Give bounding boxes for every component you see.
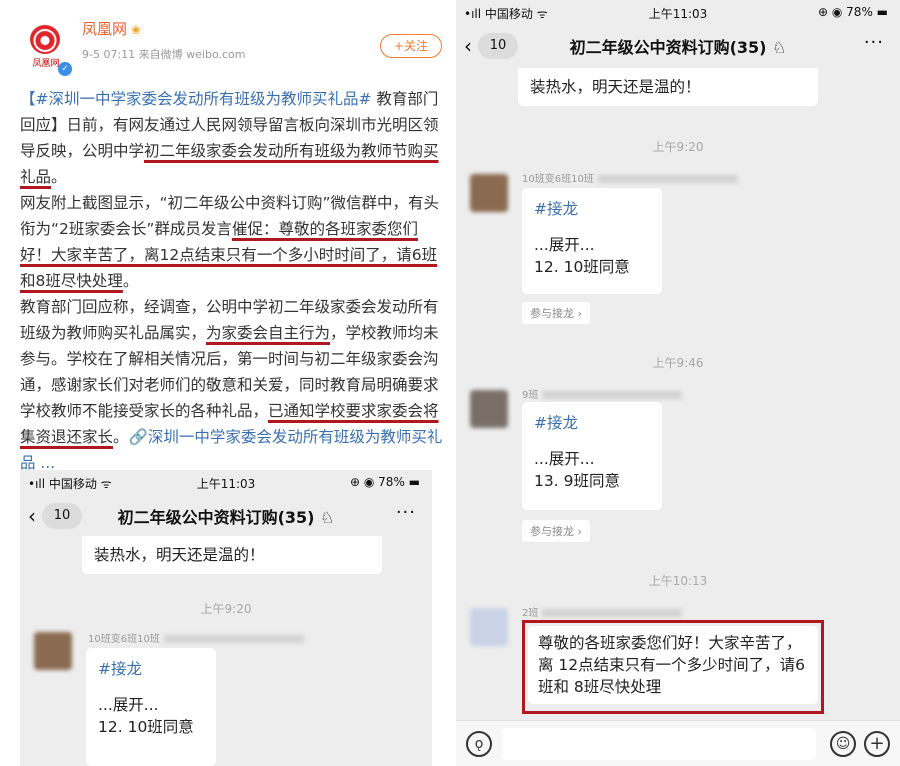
account-name[interactable]: 凤凰网 ❀: [82, 18, 141, 39]
avatar[interactable]: [470, 608, 508, 646]
status-bar: •ıll 中国移动 ᯤ 上午11:03 ⊕ ◉ 78% ▬: [456, 0, 900, 24]
jielong-tag: #接龙: [534, 200, 578, 218]
jielong-bubble[interactable]: #接龙 ...展开... 13. 9班同意: [522, 402, 662, 510]
voice-icon[interactable]: ǫ: [466, 731, 492, 757]
follow-button[interactable]: +关注: [380, 34, 442, 58]
avatar[interactable]: [470, 174, 508, 212]
post-meta: 9-5 07:11 来自微博 weibo.com: [82, 48, 246, 61]
embedded-chat-screenshot: •ıll 中国移动 ᯤ 上午11:03 ⊕ ◉ 78% ▬ ‹ 10 初二年级公…: [20, 470, 432, 766]
reply-text: 13. 9班同意: [534, 472, 620, 490]
highlight-box: [522, 620, 824, 714]
phoenix-logo-icon: [30, 24, 60, 54]
time-separator: 上午9:20: [652, 140, 704, 154]
chat-navbar: ‹ 10 初二年级公中资料订购(35) ♘ ···: [456, 24, 900, 68]
reply-text: 12. 10班同意: [534, 258, 630, 276]
message-text: 装热水，明天还是温的！: [530, 78, 701, 96]
sender-name: 10班变6班10班: [522, 170, 738, 185]
join-jielong-button[interactable]: 参与接龙 ›: [522, 302, 590, 324]
emoji-icon[interactable]: ☺: [830, 731, 856, 757]
message-bubble: 装热水，明天还是温的！: [518, 68, 818, 106]
battery-indicator: ⊕ ◉ 78% ▬: [818, 5, 888, 19]
message-bubble: 装热水，明天还是温的！: [82, 536, 382, 574]
jielong-bubble[interactable]: #接龙 ...展开... 12. 10班同意: [522, 188, 662, 294]
time-separator: 上午9:46: [652, 356, 704, 370]
more-icon[interactable]: ···: [396, 502, 416, 523]
hashtag-link[interactable]: 【#深圳一中学家委会发动所有班级为教师买礼品#: [20, 90, 371, 108]
avatar[interactable]: 凤凰网 ✓: [22, 22, 72, 78]
chat-navbar: ‹ 10 初二年级公中资料订购(35) ♘ ···: [20, 494, 432, 538]
message-text: 装热水，明天还是温的！: [94, 546, 265, 564]
chat-title: 初二年级公中资料订购(35) ♘: [117, 508, 335, 527]
battery-indicator: ⊕ ◉ 78% ▬: [350, 475, 420, 489]
more-icon[interactable]: ···: [864, 32, 884, 53]
weibo-post: 凤凰网 ✓ 凤凰网 ❀ 9-5 07:11 来自微博 weibo.com +关注 …: [0, 0, 452, 766]
message-input[interactable]: [502, 728, 816, 760]
weibo-header: 凤凰网 ✓ 凤凰网 ❀ 9-5 07:11 来自微博 weibo.com +关注: [14, 12, 444, 76]
text-span: 。: [51, 168, 67, 186]
jielong-bubble[interactable]: #接龙 ...展开... 12. 10班同意: [86, 648, 216, 766]
time-separator: 上午10:13: [648, 574, 708, 588]
sender-name: 2班: [522, 604, 683, 619]
time-separator: 上午9:20: [200, 602, 252, 616]
sender-name: 9班: [522, 386, 683, 401]
expand-text[interactable]: ...展开...: [534, 234, 650, 256]
text-span: 。: [122, 272, 139, 290]
plus-icon[interactable]: +: [864, 731, 890, 757]
sender-name: 10班变6班10班: [88, 630, 304, 645]
join-jielong-button[interactable]: 参与接龙 ›: [522, 520, 590, 542]
chat-input-bar: ǫ ☺ +: [456, 720, 900, 766]
jielong-tag: #接龙: [534, 414, 578, 432]
chat-title: 初二年级公中资料订购(35) ♘: [569, 38, 787, 57]
post-text: 【#深圳一中学家委会发动所有班级为教师买礼品# 教育部门回应】日前，有网友通过人…: [20, 86, 444, 476]
verified-icon: ✓: [58, 62, 72, 76]
text-span: 。: [113, 428, 129, 446]
underlined-text: 为家委会自主行为: [206, 324, 331, 342]
chat-screen: •ıll 中国移动 ᯤ 上午11:03 ⊕ ◉ 78% ▬ ‹ 10 初二年级公…: [456, 0, 900, 766]
avatar[interactable]: [470, 390, 508, 428]
chat-screenshot: •ıll 中国移动 ᯤ 上午11:03 ⊕ ◉ 78% ▬ ‹ 10 初二年级公…: [456, 0, 900, 766]
jielong-tag: #接龙: [98, 660, 142, 678]
status-bar: •ıll 中国移动 ᯤ 上午11:03 ⊕ ◉ 78% ▬: [20, 470, 432, 494]
reply-text: 12. 10班同意: [98, 718, 194, 736]
expand-text[interactable]: ...展开...: [98, 694, 204, 716]
avatar[interactable]: [34, 632, 72, 670]
expand-text[interactable]: ...展开...: [534, 448, 650, 470]
medal-icon: ❀: [131, 23, 142, 37]
